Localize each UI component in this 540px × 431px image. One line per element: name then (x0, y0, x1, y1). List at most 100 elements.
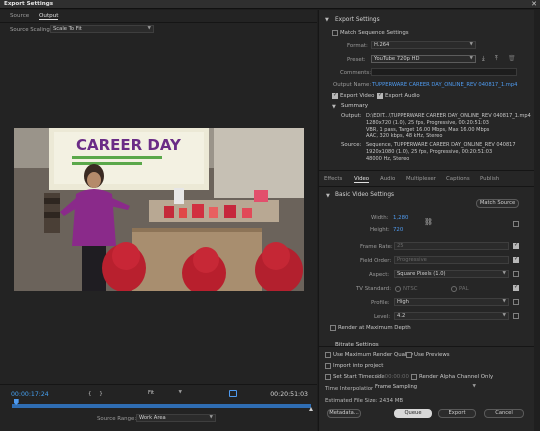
width-value[interactable]: 1,280 (393, 215, 408, 221)
tab-output[interactable]: Output (39, 13, 59, 20)
profile-value: High (397, 299, 409, 305)
summary-source-details: Sequence, TUPPERWARE CAREER DAY_ONLINE_R… (366, 142, 516, 162)
match-source-button[interactable]: Match Source (476, 199, 519, 208)
chevron-down-icon: ▼ (502, 271, 506, 276)
tab-captions[interactable]: Captions (446, 176, 470, 182)
mark-in-icon[interactable]: { (88, 391, 92, 397)
level-label: Level: (374, 314, 391, 320)
aspect-toggle-icon[interactable] (229, 390, 237, 397)
ntsc-radio[interactable] (395, 286, 401, 292)
video-preview: CAREER DAY (14, 128, 304, 291)
delete-preset-icon[interactable]: 🗑 (508, 55, 516, 62)
start-timecode-value[interactable]: 00:00:00:00 (376, 374, 409, 380)
timeline-work-area (12, 404, 311, 408)
format-label: Format: (347, 43, 368, 49)
output-name-link[interactable]: TUPPERWARE CAREER DAY_ONLINE_REV 040817_… (372, 82, 517, 88)
import-preset-icon[interactable]: ⤒ (495, 55, 498, 63)
time-interpolation-value: Frame Sampling (375, 384, 418, 390)
use-previews-label: Use Previews (414, 352, 450, 358)
match-dimensions-checkbox[interactable] (513, 221, 519, 227)
profile-match-checkbox[interactable] (513, 299, 519, 305)
export-video-checkbox[interactable] (332, 92, 338, 99)
collapse-arrow-icon[interactable]: ▼ (332, 104, 336, 110)
tab-audio[interactable]: Audio (380, 176, 395, 182)
divider (0, 22, 317, 23)
source-scaling-select[interactable]: Scale To Fit ▼ (50, 25, 154, 33)
chevron-down-icon: ▼ (469, 42, 473, 47)
tab-video[interactable]: Video (354, 176, 370, 183)
field-order-select[interactable]: Progressive (394, 256, 509, 264)
chevron-down-icon: ▼ (469, 56, 473, 61)
tv-standard-label: TV Standard: (356, 286, 392, 292)
level-select[interactable]: 4.2 ▼ (394, 312, 509, 320)
tab-multiplexer[interactable]: Multiplexer (406, 176, 436, 182)
save-preset-icon[interactable]: ⤓ (482, 55, 485, 63)
divider (0, 384, 317, 385)
chevron-down-icon: ▼ (502, 299, 506, 304)
export-video-label: Export Video (340, 93, 375, 99)
source-range-select[interactable]: Work Area ▼ (136, 414, 216, 422)
preset-select[interactable]: YouTube 720p HD ▼ (371, 55, 476, 63)
summary-header: Summary (341, 103, 369, 109)
output-name-label: Output Name: (333, 82, 372, 88)
aspect-value: Square Pixels (1.0) (397, 271, 446, 277)
match-sequence-checkbox[interactable] (332, 30, 338, 36)
tv-standard-match-checkbox[interactable] (513, 284, 519, 291)
chevron-down-icon: ▼ (147, 26, 151, 31)
tab-effects[interactable]: Effects (324, 176, 342, 182)
source-output-tabs: Source Output (10, 13, 70, 21)
link-icon[interactable]: ⛓ (424, 218, 433, 226)
summary-output-line: D:\EDIT...\TUPPERWARE CAREER DAY_ONLINE_… (366, 113, 531, 119)
cancel-button[interactable]: Cancel (484, 409, 524, 418)
import-project-checkbox[interactable] (325, 363, 331, 369)
collapse-arrow-icon[interactable]: ▼ (326, 193, 330, 199)
level-match-checkbox[interactable] (513, 313, 519, 319)
frame-rate-select[interactable]: 25 (394, 242, 509, 250)
bitrate-settings-header[interactable]: Bitrate Settings (335, 342, 379, 348)
preset-label: Preset: (347, 57, 366, 63)
window-title: Export Settings (4, 1, 54, 7)
timecode-current[interactable]: 00:00:17:24 (11, 391, 49, 398)
comments-input[interactable] (371, 68, 517, 76)
close-icon[interactable]: ✕ (531, 0, 537, 8)
panel-scrollbar[interactable] (534, 10, 540, 431)
height-value[interactable]: 720 (393, 227, 403, 233)
source-scaling-value: Scale To Fit (53, 26, 82, 32)
render-alpha-checkbox[interactable] (411, 374, 417, 380)
fit-value: Fit (148, 390, 155, 396)
profile-label: Profile: (371, 300, 390, 306)
height-label: Height: (370, 227, 390, 233)
render-max-depth-checkbox[interactable] (330, 325, 336, 331)
collapse-arrow-icon[interactable]: ▼ (325, 17, 329, 23)
tab-publish[interactable]: Publish (480, 176, 499, 182)
time-interpolation-select[interactable]: Frame Sampling ▼ (373, 384, 478, 392)
aspect-select[interactable]: Square Pixels (1.0) ▼ (394, 270, 509, 278)
divider (319, 170, 540, 171)
metadata-button[interactable]: Metadata... (327, 409, 361, 418)
profile-select[interactable]: High ▼ (394, 298, 509, 306)
mark-out-icon[interactable]: } (99, 391, 103, 397)
fit-select[interactable]: Fit ▼ (146, 390, 182, 398)
max-render-quality-checkbox[interactable] (325, 352, 331, 358)
frame-rate-value: 25 (397, 243, 404, 249)
field-order-label: Field Order: (360, 258, 392, 264)
pal-radio[interactable] (451, 286, 457, 292)
start-timecode-checkbox[interactable] (325, 374, 331, 380)
ntsc-label: NTSC (403, 286, 418, 292)
use-previews-checkbox[interactable] (406, 352, 412, 358)
tab-source[interactable]: Source (10, 13, 29, 19)
timecode-duration: 00:20:51:03 (270, 391, 308, 398)
summary-source-line: 48000 Hz, Stereo (366, 155, 410, 162)
export-audio-checkbox[interactable] (377, 92, 383, 99)
summary-source-label: Source: (341, 142, 362, 148)
format-select[interactable]: H.264 ▼ (371, 41, 476, 49)
divider (319, 346, 540, 347)
aspect-match-checkbox[interactable] (513, 271, 519, 277)
field-order-match-checkbox[interactable] (513, 256, 519, 263)
summary-output-line: 1280x720 (1.0), 25 fps, Progressive, 00:… (366, 119, 489, 126)
divider (319, 186, 540, 187)
summary-source-line: Sequence, TUPPERWARE CAREER DAY_ONLINE_R… (366, 142, 516, 148)
frame-rate-match-checkbox[interactable] (513, 242, 519, 249)
export-button[interactable]: Export (438, 409, 476, 418)
queue-button[interactable]: Queue (394, 409, 432, 418)
